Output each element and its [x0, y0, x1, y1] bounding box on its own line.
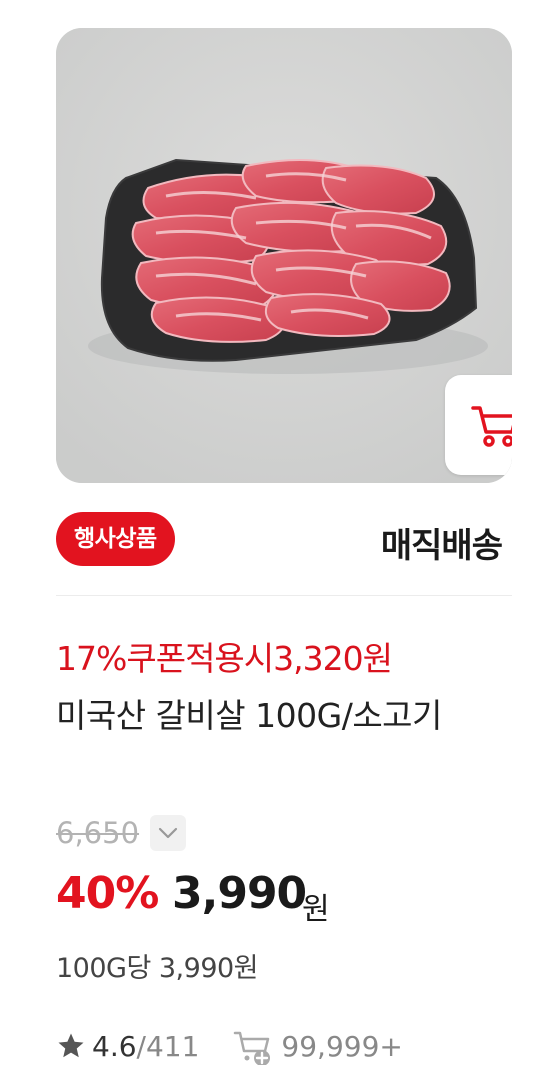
rating-value: 4.6 — [92, 1029, 137, 1063]
cart-count: 99,999+ — [281, 1029, 403, 1063]
shopping-cart-icon — [471, 406, 512, 447]
delivery-label: 매직배송 — [380, 526, 503, 566]
product-name[interactable]: 미국산 갈비살 100G/소고기 — [56, 690, 496, 742]
unit-price: 100G당 3,990원 — [56, 953, 259, 984]
cart-plus-icon — [234, 1031, 271, 1065]
currency-unit: 원 — [302, 892, 330, 927]
chevron-down-icon — [158, 827, 178, 839]
review-count[interactable]: /411 — [137, 1030, 200, 1063]
product-card[interactable]: 행사상품 매직배송 17%쿠폰적용시3,320원 미국산 갈비살 100G/소고… — [0, 0, 560, 1088]
price-detail-toggle[interactable] — [150, 815, 186, 851]
beef-slate-image — [56, 28, 512, 483]
rating-row: 4.6 /411 99,999+ — [56, 1026, 403, 1066]
add-to-cart-button[interactable] — [445, 375, 512, 475]
coupon-price-text: 17%쿠폰적용시3,320원 — [56, 639, 393, 678]
discount-rate: 40% — [56, 868, 159, 919]
event-badge: 행사상품 — [56, 512, 175, 566]
divider — [56, 595, 512, 596]
product-image[interactable] — [56, 28, 512, 483]
original-price: 6,650 — [56, 816, 140, 850]
sale-price: 3,990 — [172, 868, 307, 919]
star-icon — [58, 1033, 84, 1058]
